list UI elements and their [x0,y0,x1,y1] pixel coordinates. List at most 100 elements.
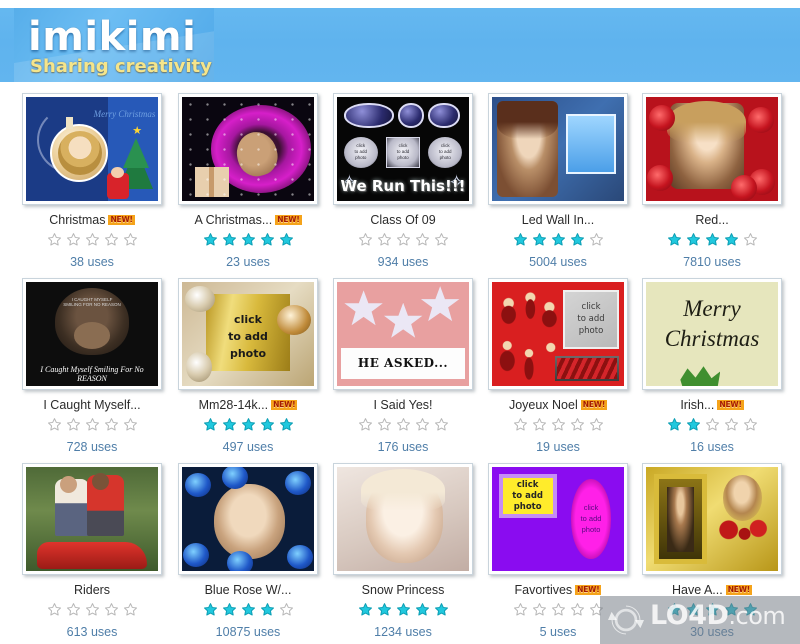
rating-star[interactable] [66,602,81,622]
rating-star[interactable] [85,417,100,437]
rating-star[interactable] [396,232,411,252]
rating-stars[interactable] [170,602,326,620]
rating-star[interactable] [415,417,430,437]
rating-star[interactable] [279,602,294,622]
thumbnail-image[interactable] [178,463,318,575]
rating-star[interactable] [705,232,720,252]
thumbnail-image[interactable] [488,93,628,205]
thumbnail-link[interactable]: click to add photo [178,278,318,390]
rating-stars[interactable] [325,417,481,435]
rating-star[interactable] [85,602,100,622]
rating-star[interactable] [532,232,547,252]
item-title[interactable]: Red... [634,213,790,227]
rating-star[interactable] [377,417,392,437]
thumbnail-image[interactable]: click to add photo click to add photo click to … [333,93,473,205]
rating-star[interactable] [724,417,739,437]
gallery-item[interactable]: Merry Christmas ★ Christmas NEW! 38 uses [14,88,170,273]
thumbnail-image[interactable]: I CAUGHT MYSELF SMILING FOR NO REASON I C… [22,278,162,390]
rating-star[interactable] [513,602,528,622]
rating-star[interactable] [66,232,81,252]
item-title[interactable]: I Said Yes! [325,398,481,412]
rating-stars[interactable] [14,602,170,620]
rating-star[interactable] [434,602,449,622]
rating-star[interactable] [222,232,237,252]
thumbnail-link[interactable] [178,463,318,575]
item-title[interactable]: Led Wall In... [480,213,636,227]
rating-star[interactable] [686,417,701,437]
rating-star[interactable] [434,232,449,252]
gallery-item[interactable]: A Christmas... NEW! 23 uses [170,88,326,273]
thumbnail-link[interactable] [488,93,628,205]
rating-star[interactable] [241,417,256,437]
rating-star[interactable] [241,602,256,622]
rating-star[interactable] [667,232,682,252]
thumbnail-image[interactable] [22,463,162,575]
gallery-item[interactable]: Blue Rose W/... 10875 uses [170,458,326,643]
rating-star[interactable] [241,232,256,252]
rating-star[interactable] [570,232,585,252]
rating-star[interactable] [260,602,275,622]
thumbnail-image[interactable] [333,463,473,575]
thumbnail-link[interactable] [22,463,162,575]
rating-stars[interactable] [325,602,481,620]
rating-star[interactable] [203,417,218,437]
item-title[interactable]: Blue Rose W/... [170,583,326,597]
rating-stars[interactable] [634,232,790,250]
rating-star[interactable] [396,602,411,622]
rating-star[interactable] [513,417,528,437]
rating-star[interactable] [434,417,449,437]
thumbnail-link[interactable] [178,93,318,205]
rating-stars[interactable] [480,417,636,435]
rating-stars[interactable] [170,232,326,250]
item-title[interactable]: Irish... NEW! [634,398,790,412]
gallery-item[interactable]: Merry Christmas Irish... NEW! 16 uses [634,273,790,458]
rating-star[interactable] [123,417,138,437]
rating-star[interactable] [570,602,585,622]
rating-star[interactable] [513,232,528,252]
rating-star[interactable] [377,602,392,622]
thumbnail-link[interactable]: I CAUGHT MYSELF SMILING FOR NO REASON I C… [22,278,162,390]
rating-star[interactable] [377,232,392,252]
rating-star[interactable] [203,232,218,252]
rating-star[interactable] [551,602,566,622]
item-title[interactable]: Favortives NEW! [480,583,636,597]
thumbnail-image[interactable]: click to add photo [178,278,318,390]
rating-star[interactable] [743,232,758,252]
rating-star[interactable] [551,232,566,252]
item-title[interactable]: Joyeux Noel NEW! [480,398,636,412]
item-title[interactable]: Mm28-14k... NEW! [170,398,326,412]
thumbnail-link[interactable]: HE ASKED... [333,278,473,390]
rating-star[interactable] [47,232,62,252]
rating-stars[interactable] [634,417,790,435]
item-title[interactable]: Have A... NEW! [634,583,790,597]
rating-star[interactable] [396,417,411,437]
rating-stars[interactable] [480,232,636,250]
rating-star[interactable] [415,602,430,622]
item-title[interactable]: Class Of 09 [325,213,481,227]
rating-stars[interactable] [14,232,170,250]
rating-star[interactable] [260,232,275,252]
thumbnail-image[interactable]: click to add photo click to add photo [488,463,628,575]
rating-star[interactable] [104,602,119,622]
rating-star[interactable] [123,602,138,622]
rating-star[interactable] [85,232,100,252]
rating-stars[interactable] [14,417,170,435]
thumbnail-link[interactable]: click to add photo click to add photo click to … [333,93,473,205]
rating-star[interactable] [686,232,701,252]
gallery-item[interactable]: click to add photo Mm28-14k... NEW! 497 uses [170,273,326,458]
rating-star[interactable] [203,602,218,622]
gallery-item[interactable]: Snow Princess 1234 uses [325,458,481,643]
gallery-item[interactable]: click to add photo Joyeux Noel NEW! 19 uses [480,273,636,458]
rating-star[interactable] [589,232,604,252]
rating-star[interactable] [358,602,373,622]
rating-star[interactable] [358,417,373,437]
rating-star[interactable] [260,417,275,437]
rating-star[interactable] [222,417,237,437]
item-title[interactable]: Snow Princess [325,583,481,597]
rating-star[interactable] [589,417,604,437]
rating-star[interactable] [705,417,720,437]
thumbnail-image[interactable] [642,463,782,575]
rating-star[interactable] [570,417,585,437]
rating-star[interactable] [743,417,758,437]
gallery-item[interactable]: Riders 613 uses [14,458,170,643]
